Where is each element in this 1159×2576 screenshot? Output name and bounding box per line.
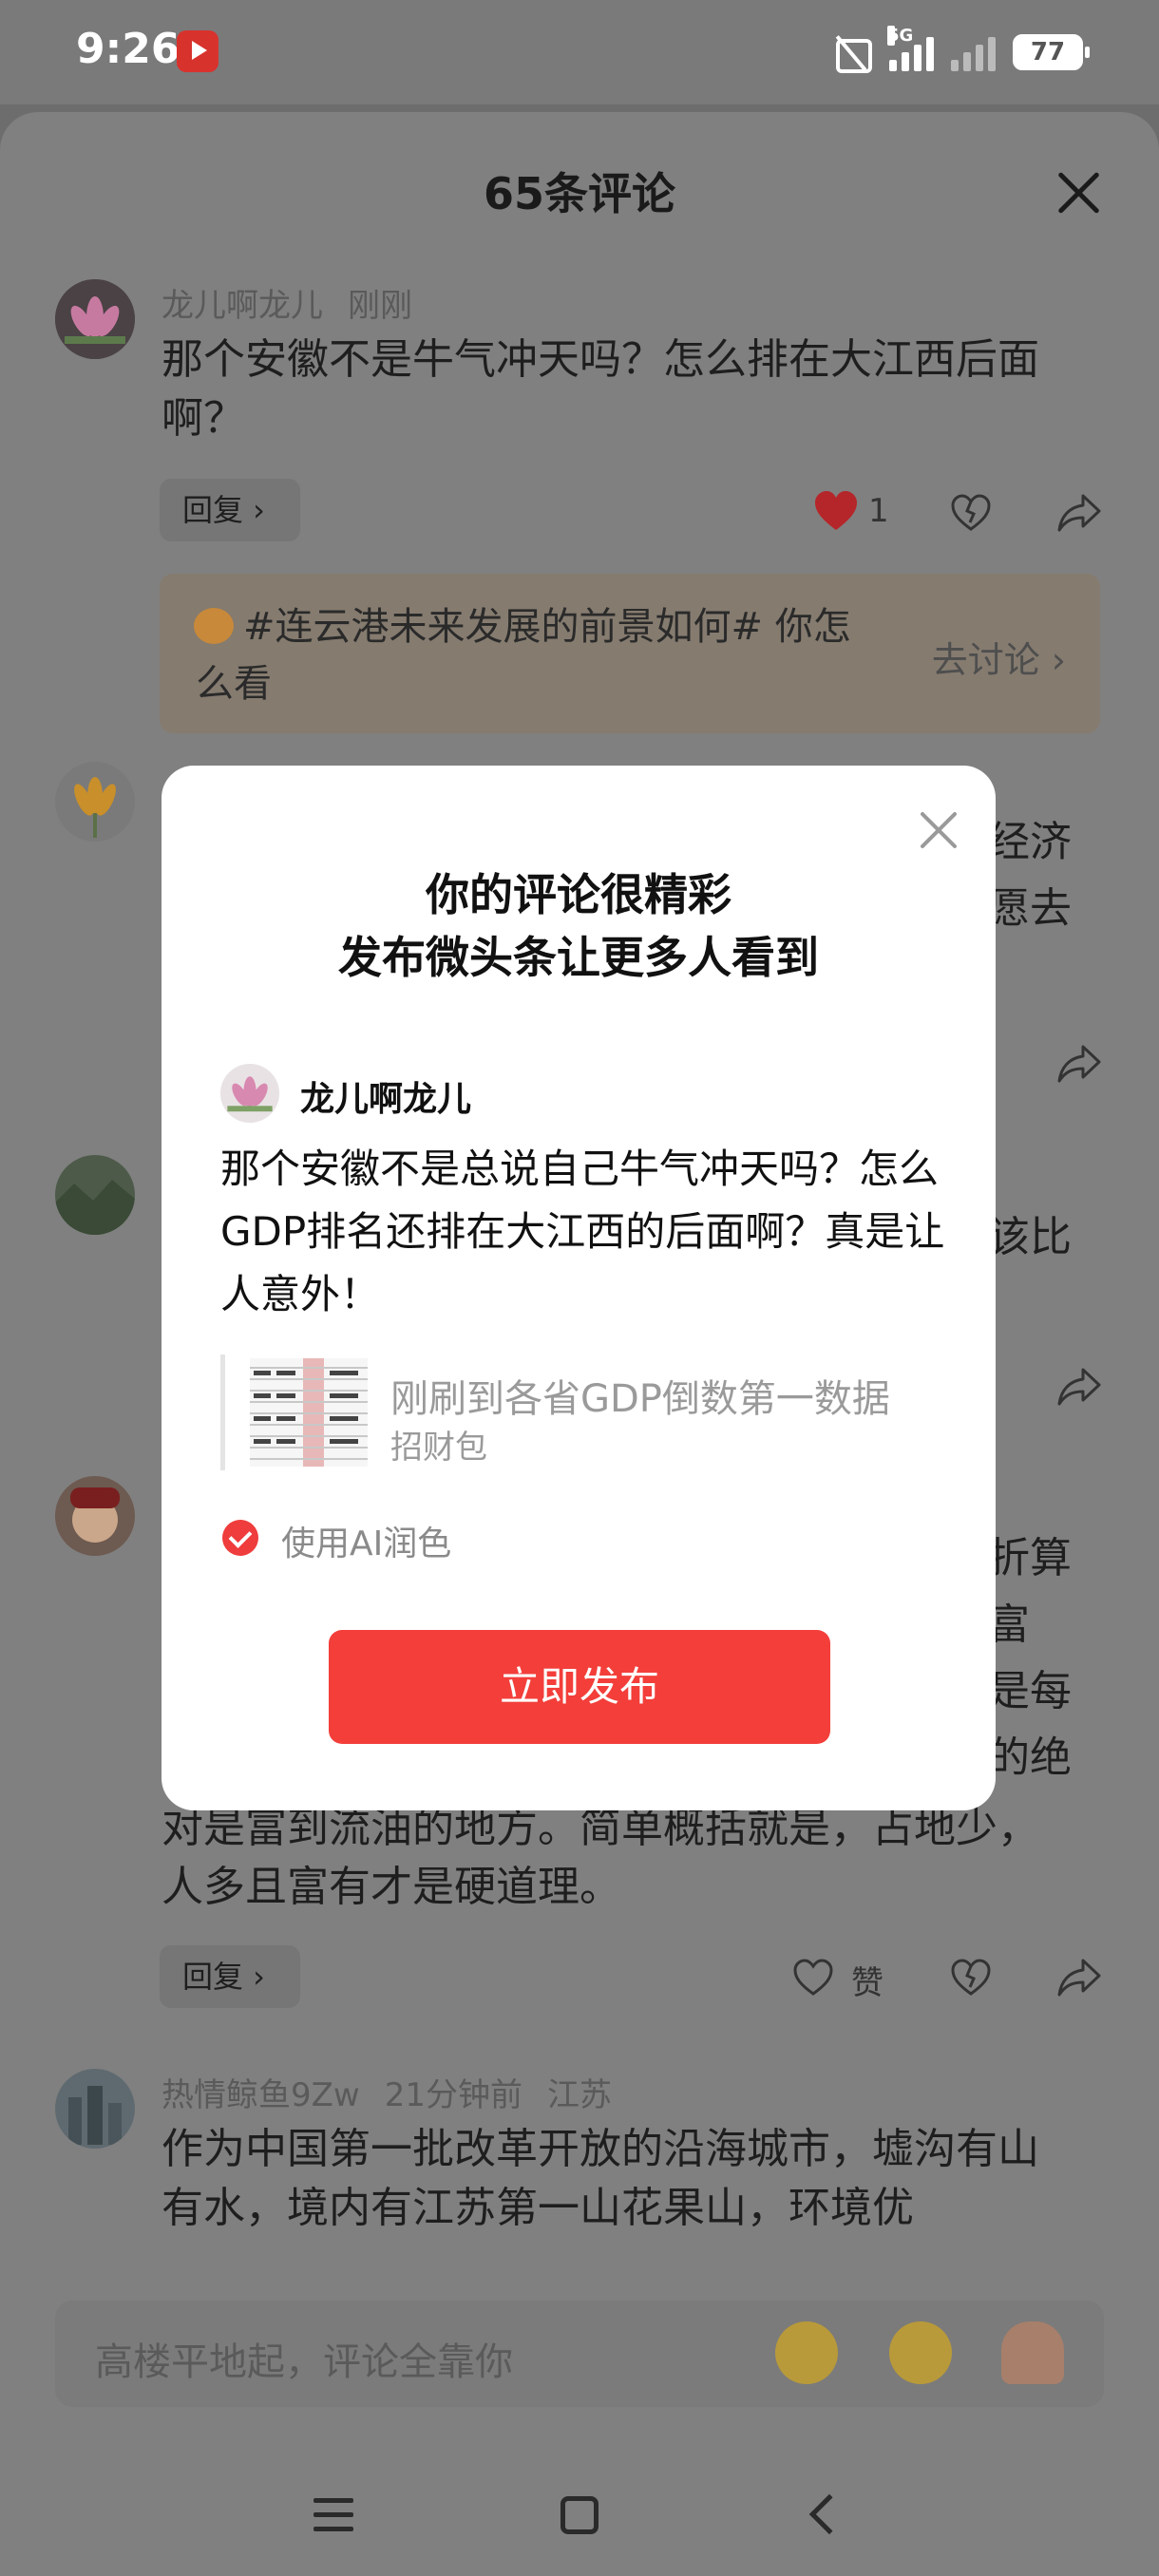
article-thumbnail bbox=[250, 1358, 368, 1467]
avatar[interactable] bbox=[55, 2069, 135, 2149]
dislike-heart-icon[interactable] bbox=[950, 494, 992, 532]
avatar[interactable] bbox=[55, 279, 135, 359]
like-heart-icon[interactable] bbox=[792, 1959, 834, 1997]
signal-sim2-icon bbox=[951, 33, 996, 71]
comment-text-fragment: 该比 bbox=[988, 1213, 1072, 1261]
close-icon[interactable] bbox=[918, 809, 960, 851]
dialog-user-name: 龙儿啊龙儿 bbox=[300, 1080, 472, 1119]
close-icon[interactable] bbox=[1054, 169, 1102, 217]
like-count: 1 bbox=[868, 492, 889, 530]
ai-polish-label[interactable]: 使用AI润色 bbox=[281, 1516, 451, 1565]
share-icon[interactable] bbox=[1056, 1366, 1102, 1408]
praying-hands-emoji-icon[interactable] bbox=[1001, 2321, 1064, 2384]
dialog-post-text: 那个安徽不是总说自己牛气冲天吗？怎么GDP排名还排在大江西的后面啊？真是让人意外… bbox=[220, 1146, 945, 1317]
topic-text: #连云港未来发展的前景如何# 你怎么看 bbox=[196, 605, 851, 706]
comment-meta: 龙儿啊龙儿 刚刚 bbox=[162, 279, 437, 326]
avatar[interactable] bbox=[55, 1155, 135, 1235]
battery-icon: 77 bbox=[1013, 34, 1090, 70]
laughing-emoji-icon[interactable] bbox=[775, 2321, 838, 2384]
quoted-article[interactable]: 刚刷到各省GDP倒数第一数据 招财包 bbox=[220, 1354, 952, 1470]
app-notification-icon bbox=[177, 30, 218, 72]
lotus-avatar-image bbox=[55, 279, 135, 359]
dialog-subtitle: 发布微头条让更多人看到 bbox=[338, 932, 819, 983]
status-bar: 9:26 5G 77 bbox=[0, 0, 1159, 104]
recent-apps-icon[interactable] bbox=[314, 2498, 353, 2532]
quoted-article-title: 刚刷到各省GDP倒数第一数据 bbox=[390, 1377, 890, 1421]
ai-polish-checkbox[interactable] bbox=[222, 1520, 258, 1556]
doll-avatar-image bbox=[55, 1476, 135, 1556]
comment-time: 21分钟前 bbox=[384, 2076, 522, 2114]
dislike-heart-icon[interactable] bbox=[950, 1959, 992, 1997]
quoted-article-source: 招财包 bbox=[390, 1429, 487, 1467]
dialog-title: 你的评论很精彩 bbox=[426, 869, 732, 920]
comment-text: 那个安徽不是牛气冲天吗？怎么排在大江西后面啊？ bbox=[162, 335, 1039, 443]
city-avatar-image bbox=[55, 2069, 135, 2149]
system-nav-bar bbox=[0, 2432, 1159, 2576]
avatar[interactable] bbox=[55, 1476, 135, 1556]
landscape-avatar-image bbox=[55, 1155, 135, 1235]
home-icon[interactable] bbox=[560, 2496, 598, 2534]
comment-text-fragment: 经济 bbox=[988, 818, 1072, 866]
comment-author[interactable]: 热情鲸鱼9Zw bbox=[162, 2076, 360, 2114]
avatar[interactable] bbox=[55, 762, 135, 842]
comment-text-fragment: 折算 bbox=[988, 1534, 1072, 1582]
reply-button[interactable]: 回复 › bbox=[160, 479, 300, 541]
network-type-label: 5G bbox=[887, 26, 914, 46]
topic-card[interactable]: #连云港未来发展的前景如何# 你怎么看 去讨论 › bbox=[160, 574, 1100, 733]
comment-text: 作为中国第一批改革开放的沿海城市，墟沟有山有水，境内有江苏第一山花果山，环境优 bbox=[162, 2125, 1039, 2232]
discuss-link[interactable]: 去讨论 › bbox=[932, 631, 1066, 683]
vibrate-off-icon bbox=[830, 33, 872, 73]
publish-dialog: 你的评论很精彩 发布微头条让更多人看到 龙儿啊龙儿 那个安徽不是总说自己牛气冲天… bbox=[162, 766, 996, 1810]
comment-meta: 热情鲸鱼9Zw 21分钟前 江苏 bbox=[162, 2069, 636, 2115]
liked-heart-icon[interactable] bbox=[813, 490, 859, 532]
comments-title: 65条评论 bbox=[483, 168, 675, 219]
signal-5g-icon: 5G bbox=[887, 26, 934, 71]
flower-avatar-image bbox=[55, 762, 135, 842]
comment-time: 刚刚 bbox=[348, 287, 412, 325]
comment-text-fragment: 是每 bbox=[988, 1667, 1072, 1715]
back-icon[interactable] bbox=[808, 2493, 850, 2535]
status-time: 9:26 bbox=[76, 25, 180, 73]
comment-text-fragment: 的绝 bbox=[988, 1733, 1072, 1782]
lotus-avatar-image bbox=[220, 1064, 279, 1123]
comment-composer[interactable]: 高楼平地起，评论全靠你 bbox=[55, 2301, 1104, 2407]
crying-emoji-icon[interactable] bbox=[889, 2321, 952, 2384]
comment-location: 江苏 bbox=[547, 2076, 612, 2114]
share-icon[interactable] bbox=[1056, 492, 1102, 534]
like-label: 赞 bbox=[851, 1964, 884, 2002]
comment-text: 对是富到流油的地方。简单概括就是，占地少，人多且富有才是硬道理。 bbox=[162, 1804, 1039, 1911]
share-icon[interactable] bbox=[1056, 1043, 1102, 1085]
comment-text-fragment: 愿去 bbox=[988, 884, 1072, 933]
avatar bbox=[220, 1064, 279, 1123]
comment-author[interactable]: 龙儿啊龙儿 bbox=[162, 287, 323, 325]
comment-input-placeholder[interactable]: 高楼平地起，评论全靠你 bbox=[95, 2331, 513, 2386]
publish-button[interactable]: 立即发布 bbox=[329, 1630, 830, 1744]
status-icons: 5G 77 bbox=[830, 26, 1090, 76]
reply-button[interactable]: 回复 › bbox=[160, 1945, 300, 2008]
share-icon[interactable] bbox=[1056, 1957, 1102, 1998]
